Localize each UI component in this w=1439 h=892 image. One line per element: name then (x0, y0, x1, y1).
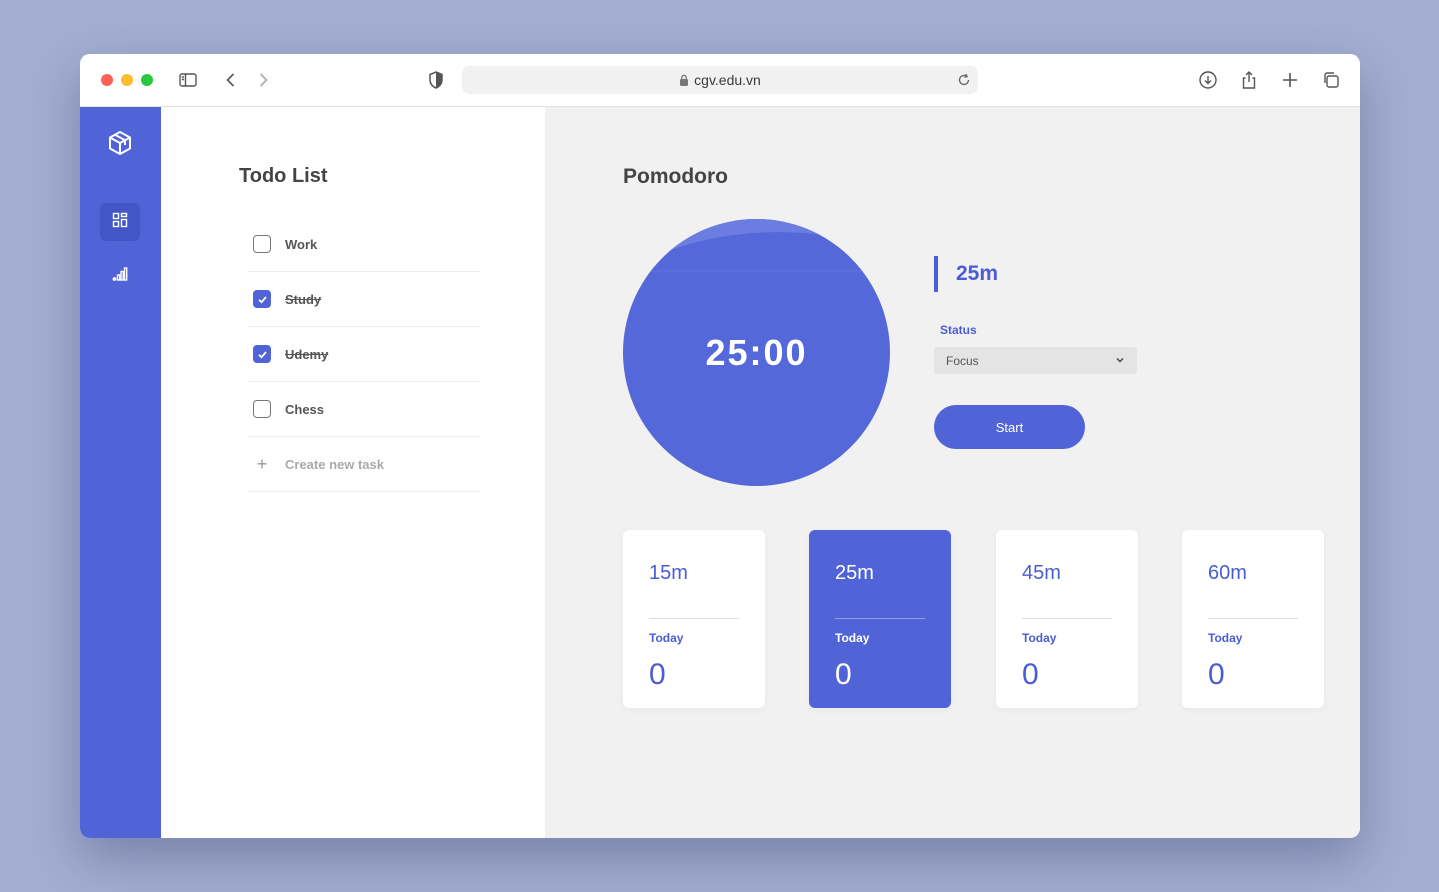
timer-circle: 25:00 (623, 219, 890, 486)
app-sidebar (80, 107, 161, 838)
todo-item-work[interactable]: Work (248, 217, 480, 272)
minimize-window-button[interactable] (121, 74, 133, 86)
duration-card-60m[interactable]: 60m Today 0 (1182, 530, 1324, 708)
card-count: 0 (649, 658, 666, 691)
current-duration-text: 25m (956, 262, 999, 285)
todo-checkbox[interactable] (253, 235, 271, 253)
privacy-shield-icon[interactable] (424, 68, 448, 92)
card-divider (1022, 618, 1112, 619)
browser-window: cgv.edu.vn Todo List Work Study Udemy Ch… (80, 54, 1360, 838)
todo-checkbox-checked[interactable] (253, 290, 271, 308)
back-arrow-icon[interactable] (219, 68, 243, 92)
card-divider (1208, 618, 1298, 619)
card-count: 0 (1022, 658, 1039, 691)
cube-icon[interactable] (107, 130, 133, 156)
share-icon[interactable] (1237, 68, 1261, 92)
plus-icon: + (256, 453, 268, 474)
new-tab-plus-icon[interactable] (1278, 68, 1302, 92)
card-divider (649, 618, 739, 619)
duration-card-45m[interactable]: 45m Today 0 (996, 530, 1138, 708)
lock-icon (679, 74, 689, 86)
download-icon[interactable] (1196, 68, 1220, 92)
wave-decoration (623, 219, 890, 272)
pomodoro-title: Pomodoro (623, 165, 728, 188)
card-duration: 45m (1022, 562, 1061, 584)
todo-checkbox[interactable] (253, 400, 271, 418)
status-label: Status (940, 323, 977, 337)
create-new-task-button[interactable]: + Create new task (248, 437, 480, 492)
card-count: 0 (1208, 658, 1225, 691)
checkmark-icon (257, 350, 267, 359)
forward-arrow-icon[interactable] (251, 68, 275, 92)
url-text: cgv.edu.vn (694, 72, 761, 88)
current-duration-indicator: 25m (934, 256, 998, 292)
card-today-label: Today (835, 631, 870, 645)
sidebar-item-statistics[interactable] (100, 257, 140, 295)
card-divider (835, 618, 925, 619)
todo-item-label: Chess (285, 401, 325, 417)
card-today-label: Today (1022, 631, 1057, 645)
address-bar[interactable]: cgv.edu.vn (462, 66, 978, 94)
todo-title: Todo List (239, 165, 328, 187)
timer-display: 25:00 (705, 331, 808, 373)
browser-toolbar: cgv.edu.vn (80, 54, 1360, 107)
reload-icon[interactable] (956, 72, 972, 88)
todo-item-label: Study (285, 291, 322, 307)
status-select[interactable]: Focus (934, 347, 1137, 374)
maximize-window-button[interactable] (141, 74, 153, 86)
card-count: 0 (835, 658, 852, 691)
duration-card-15m[interactable]: 15m Today 0 (623, 530, 765, 708)
pomodoro-panel: Pomodoro 25:00 25m Status Focus Start 15… (545, 107, 1360, 838)
todo-item-label: Work (285, 236, 318, 252)
todo-list: Work Study Udemy Chess + Create new task (248, 217, 480, 492)
todo-item-chess[interactable]: Chess (248, 382, 480, 437)
sidebar-item-dashboard[interactable] (100, 203, 140, 241)
todo-checkbox-checked[interactable] (253, 345, 271, 363)
create-new-task-label: Create new task (285, 456, 384, 472)
card-duration: 15m (649, 562, 688, 584)
chevron-down-icon (1115, 355, 1125, 365)
card-duration: 25m (835, 562, 874, 584)
checkmark-icon (257, 295, 267, 304)
todo-panel: Todo List Work Study Udemy Chess + Creat… (161, 107, 545, 838)
duration-accent-bar (934, 256, 938, 292)
status-select-value: Focus (946, 353, 979, 368)
close-window-button[interactable] (101, 74, 113, 86)
card-duration: 60m (1208, 562, 1247, 584)
card-today-label: Today (649, 631, 684, 645)
tab-overview-icon[interactable] (1319, 68, 1343, 92)
bar-chart-icon (112, 266, 128, 287)
start-button[interactable]: Start (934, 405, 1085, 449)
todo-item-udemy[interactable]: Udemy (248, 327, 480, 382)
duration-card-25m[interactable]: 25m Today 0 (809, 530, 951, 708)
card-today-label: Today (1208, 631, 1243, 645)
dashboard-grid-icon (112, 212, 128, 233)
todo-item-study[interactable]: Study (248, 272, 480, 327)
sidebar-toggle-icon[interactable] (176, 68, 200, 92)
todo-item-label: Udemy (285, 346, 329, 362)
